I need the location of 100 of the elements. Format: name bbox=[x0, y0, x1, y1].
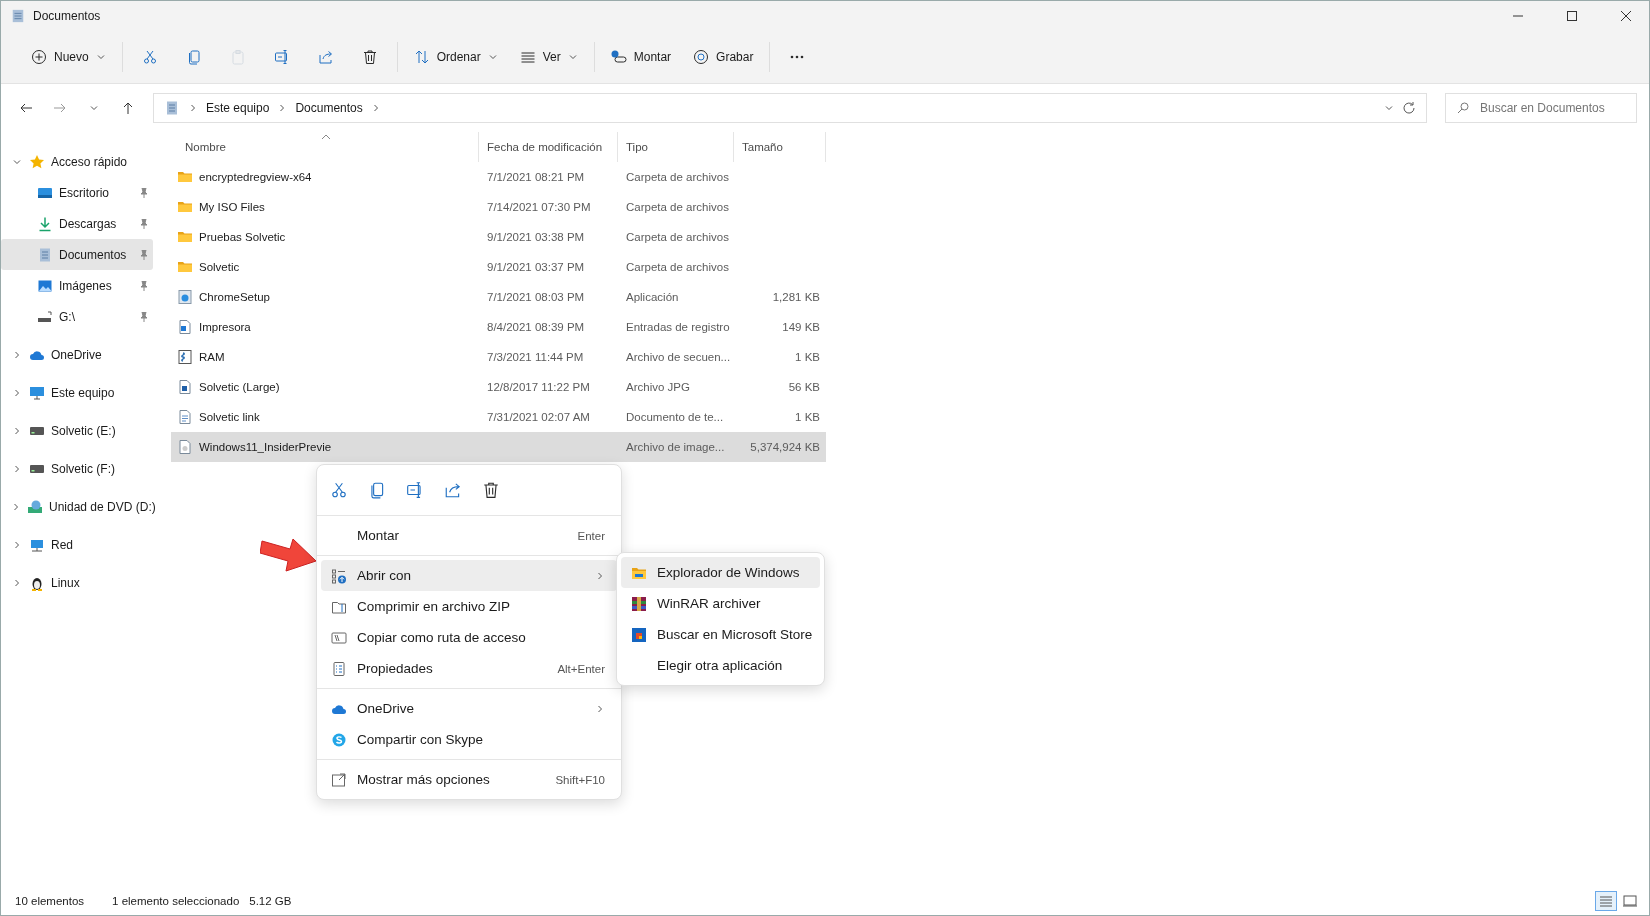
shortcut-label: Enter bbox=[577, 529, 605, 542]
search-field[interactable]: Buscar en Documentos bbox=[1445, 93, 1637, 123]
sidebar-item[interactable]: Documentos bbox=[1, 239, 153, 270]
share-icon bbox=[317, 49, 334, 65]
type-cell: Documento de te... bbox=[626, 411, 724, 423]
menu-item[interactable]: Abrir con bbox=[321, 560, 617, 591]
menu-item[interactable]: OneDrive bbox=[321, 693, 617, 724]
store-icon bbox=[631, 626, 647, 643]
menu-item[interactable]: Elegir otra aplicación bbox=[621, 650, 820, 681]
refresh-icon[interactable] bbox=[1402, 101, 1416, 115]
chevron-icon bbox=[567, 52, 578, 62]
pin-icon bbox=[139, 280, 149, 291]
file-row[interactable]: encryptedregview-x64 7/1/2021 08:21 PM Carpeta de archivos bbox=[171, 162, 826, 192]
file-row[interactable]: Solvetic link 7/31/2021 02:07 AM Documento de te... 1 KB bbox=[171, 402, 826, 432]
sidebar-item[interactable]: OneDrive bbox=[1, 339, 153, 370]
menu-item[interactable]: Buscar en Microsoft Store bbox=[621, 619, 820, 650]
sidebar-item[interactable]: Linux bbox=[1, 567, 153, 598]
sidebar-item[interactable]: Acceso rápido bbox=[1, 146, 153, 177]
trash-button[interactable] bbox=[481, 480, 501, 500]
size-cell: 56 KB bbox=[788, 381, 820, 393]
type-cell: Carpeta de archivos bbox=[626, 201, 729, 213]
chevron-icon bbox=[12, 387, 22, 398]
sidebar-item[interactable]: Solvetic (E:) bbox=[1, 415, 153, 446]
date-cell: 7/14/2021 07:30 PM bbox=[487, 201, 591, 213]
sidebar-item[interactable]: Escritorio bbox=[1, 177, 153, 208]
file-name: Solvetic (Large) bbox=[199, 381, 280, 393]
file-row[interactable]: ChromeSetup 7/1/2021 08:03 PM Aplicación 1,281 KB bbox=[171, 282, 826, 312]
menu-item[interactable]: Comprimir en archivo ZIP bbox=[321, 591, 617, 622]
selection-size: 5.12 GB bbox=[249, 895, 292, 907]
date-cell: 7/3/2021 11:44 PM bbox=[487, 351, 584, 363]
file-row[interactable]: My ISO Files 7/14/2021 07:30 PM Carpeta de archivos bbox=[171, 192, 826, 222]
sidebar-item[interactable]: Red bbox=[1, 529, 153, 560]
menu-item[interactable]: Explorador de Windows bbox=[621, 557, 820, 588]
open-with-icon bbox=[331, 567, 347, 584]
file-row[interactable]: RAM 7/3/2021 11:44 PM Archivo de secuen... 1 KB bbox=[171, 342, 826, 372]
date-cell: 12/8/2017 11:22 PM bbox=[487, 381, 590, 393]
column-header[interactable]: Fecha de modificación bbox=[479, 132, 618, 162]
menu-item[interactable]: Propiedades Alt+Enter bbox=[321, 653, 617, 684]
sidebar-item[interactable]: Unidad de DVD (D:) bbox=[1, 491, 153, 522]
column-header[interactable]: Tipo bbox=[618, 132, 734, 162]
file-name: Impresora bbox=[199, 321, 251, 333]
scissors-icon bbox=[330, 481, 348, 499]
disc-icon bbox=[693, 49, 710, 65]
file-row[interactable]: Solvetic 9/1/2021 03:37 PM Carpeta de archivos bbox=[171, 252, 826, 282]
expand-icon bbox=[331, 771, 347, 788]
sidebar-item[interactable]: Descargas bbox=[1, 208, 153, 239]
toolbar-button[interactable]: Grabar bbox=[685, 41, 762, 73]
address-bar[interactable]: Este equipo Documentos bbox=[153, 93, 1427, 123]
menu-item[interactable]: WinRAR archiver bbox=[621, 588, 820, 619]
back-arrow-icon bbox=[19, 101, 33, 115]
file-name: Solvetic bbox=[199, 261, 240, 273]
chevron-icon bbox=[1384, 103, 1394, 113]
sidebar-item[interactable]: G:\ bbox=[1, 301, 153, 332]
size-cell: 1 KB bbox=[795, 351, 820, 363]
menu-item[interactable]: Copiar como ruta de acceso bbox=[321, 622, 617, 653]
breadcrumb-item[interactable]: Este equipo bbox=[206, 101, 270, 115]
toolbar-button[interactable]: Montar bbox=[602, 41, 680, 73]
breadcrumb-item[interactable]: Documentos bbox=[295, 101, 363, 115]
chevron-icon bbox=[487, 52, 498, 62]
file-row[interactable]: Solvetic (Large) 12/8/2017 11:22 PM Archivo JPG 56 KB bbox=[171, 372, 826, 402]
file-name: encryptedregview-x64 bbox=[199, 171, 312, 183]
toolbar-button[interactable]: Nuevo bbox=[23, 41, 114, 73]
rename-icon bbox=[273, 49, 290, 65]
folder-icon bbox=[177, 259, 193, 275]
type-cell: Aplicación bbox=[626, 291, 679, 303]
chevron-icon bbox=[188, 103, 198, 113]
document-icon bbox=[164, 100, 180, 116]
column-header[interactable]: Nombre bbox=[171, 132, 479, 162]
type-cell: Archivo de secuen... bbox=[626, 351, 731, 363]
text-file-icon bbox=[177, 409, 193, 425]
toolbar-button[interactable]: Ver bbox=[511, 41, 586, 73]
menu-item[interactable]: Montar Enter bbox=[321, 520, 617, 551]
details-view-button[interactable] bbox=[1595, 891, 1617, 911]
file-row[interactable]: Pruebas Solvetic 9/1/2021 03:38 PM Carpeta de archivos bbox=[171, 222, 826, 252]
download-icon bbox=[37, 215, 53, 232]
sidebar-item[interactable]: Este equipo bbox=[1, 377, 153, 408]
toolbar-button[interactable]: Ordenar bbox=[405, 41, 506, 73]
chevron-icon bbox=[12, 539, 22, 550]
date-cell: 8/4/2021 08:39 PM bbox=[487, 321, 585, 333]
menu-item[interactable]: Mostrar más opciones Shift+F10 bbox=[321, 764, 617, 795]
size-cell: 149 KB bbox=[782, 321, 820, 333]
sidebar-item[interactable]: Solvetic (F:) bbox=[1, 453, 153, 484]
file-name: My ISO Files bbox=[199, 201, 265, 213]
chevron-icon bbox=[12, 425, 22, 436]
sidebar-item[interactable]: Imágenes bbox=[1, 270, 153, 301]
pin-icon bbox=[139, 187, 149, 198]
folder-icon bbox=[177, 199, 193, 215]
column-header[interactable]: Tamaño bbox=[734, 132, 826, 162]
chevron-icon bbox=[95, 52, 106, 62]
pin-icon bbox=[139, 218, 149, 229]
menu-item[interactable]: Compartir con Skype bbox=[321, 724, 617, 755]
size-cell: 5,374,924 KB bbox=[750, 441, 820, 453]
pin-icon bbox=[139, 311, 149, 322]
trash-icon bbox=[361, 49, 378, 65]
search-icon bbox=[1457, 102, 1469, 114]
file-row[interactable]: Impresora 8/4/2021 08:39 PM Entradas de registro 149 KB bbox=[171, 312, 826, 342]
scissors-button[interactable] bbox=[329, 480, 349, 500]
file-name: Solvetic link bbox=[199, 411, 260, 423]
skype-icon bbox=[331, 731, 347, 748]
file-row[interactable]: Windows11_InsiderPrevie Archivo de image... 5,374,924 KB bbox=[171, 432, 826, 462]
